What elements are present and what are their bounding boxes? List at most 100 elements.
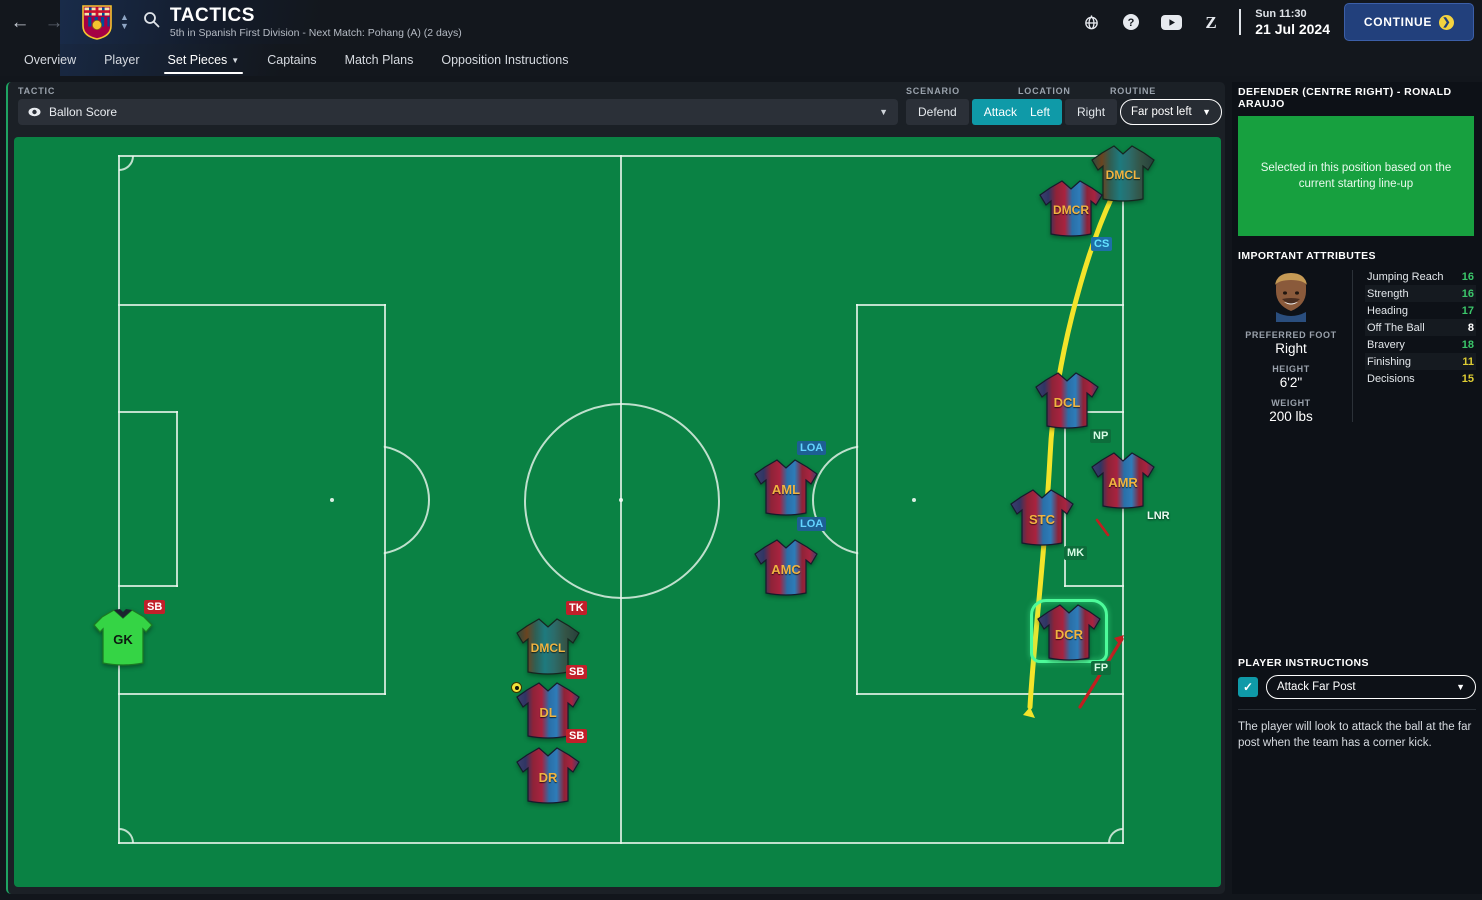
attribute-name: Off The Ball <box>1367 321 1425 334</box>
location-right-button[interactable]: Right <box>1065 99 1118 125</box>
youtube-icon[interactable] <box>1151 0 1191 44</box>
attribute-list: Jumping Reach 16 Strength 16 Heading 17 … <box>1365 268 1476 424</box>
right-penalty-arc <box>812 445 859 555</box>
player-dmcr[interactable]: DMCR <box>1034 178 1108 238</box>
game-date: Sun 11:30 21 Jul 2024 <box>1255 7 1330 37</box>
tab-captains[interactable]: Captains <box>253 44 330 76</box>
tactics-screen: ← → ▲ ▼ TACTICS 5th in Spanish First Div… <box>0 0 1482 900</box>
height-value: 6'2" <box>1279 375 1303 390</box>
location-label: LOCATION <box>1018 86 1071 96</box>
left-penalty-arc <box>383 445 430 555</box>
tab-label: Player <box>104 53 140 67</box>
tactic-value: Ballon Score <box>49 105 118 119</box>
divider <box>1352 270 1353 422</box>
attribute-name: Finishing <box>1367 355 1412 368</box>
tactic-select[interactable]: Ballon Score ▼ <box>18 99 898 125</box>
right-penalty-box-bottom <box>856 693 1124 695</box>
attribute-value: 16 <box>1461 287 1474 300</box>
attribute-row: Heading 17 <box>1365 302 1476 319</box>
attribute-value: 17 <box>1461 304 1474 317</box>
tab-overview[interactable]: Overview <box>10 44 90 76</box>
player-dr[interactable]: DR <box>511 745 585 805</box>
svg-text:?: ? <box>1128 17 1135 29</box>
weight-label: WEIGHT <box>1271 398 1311 408</box>
back-arrow-icon[interactable]: ← <box>6 8 34 36</box>
attributes-block: PREFERRED FOOT Right HEIGHT 6'2" WEIGHT … <box>1238 268 1476 424</box>
player-sidebar: DEFENDER (CENTRE RIGHT) - RONALD ARAUJO … <box>1232 82 1482 894</box>
tab-set-pieces[interactable]: Set Pieces ▼ <box>154 44 254 76</box>
player-amr[interactable]: AMR <box>1086 450 1160 510</box>
player-stc[interactable]: STC <box>1005 487 1079 547</box>
tactics-pitch[interactable]: GK SB DMCL TK DL SB DR SB AML LOA AMC LO… <box>14 137 1221 887</box>
player-gk[interactable]: GK <box>86 607 160 667</box>
attribute-row: Bravery 18 <box>1365 336 1476 353</box>
pitch-line-left <box>118 155 120 844</box>
forward-arrow-icon[interactable]: → <box>40 8 68 36</box>
scenario-label: SCENARIO <box>906 86 960 96</box>
photo-note: Selected in this position based on the c… <box>1260 162 1452 190</box>
pitch-panel: TACTIC Ballon Score ▼ SCENARIO Defend At… <box>6 82 1225 894</box>
instructions-header: PLAYER INSTRUCTIONS <box>1238 657 1369 669</box>
ball-path-head <box>1023 707 1035 718</box>
sidebar-player-header: DEFENDER (CENTRE RIGHT) - RONALD ARAUJO <box>1238 86 1452 110</box>
attribute-value: 11 <box>1462 355 1474 368</box>
search-icon[interactable] <box>143 11 160 33</box>
scenario-defend-button[interactable]: Defend <box>906 99 969 125</box>
player-amc[interactable]: AMC <box>749 537 823 597</box>
left-six-yard-right <box>176 411 178 587</box>
player-photo-placeholder: Selected in this position based on the c… <box>1238 116 1474 236</box>
attribute-name: Strength <box>1367 287 1409 300</box>
attribute-name: Heading <box>1367 304 1408 317</box>
tab-opposition-instructions[interactable]: Opposition Instructions <box>427 44 582 76</box>
instruction-checkbox[interactable]: ✓ <box>1238 677 1258 697</box>
zealand-icon[interactable]: Z <box>1191 0 1231 44</box>
divider <box>1239 9 1242 35</box>
attribute-name: Bravery <box>1367 338 1405 351</box>
tab-player[interactable]: Player <box>90 44 153 76</box>
right-penalty-spot <box>912 498 916 502</box>
routine-value: Far post left <box>1131 106 1192 118</box>
routine-label: ROUTINE <box>1110 86 1157 96</box>
attribute-row: Finishing 11 <box>1365 353 1476 370</box>
tab-label: Opposition Instructions <box>441 53 569 67</box>
globe-icon[interactable] <box>1071 0 1111 44</box>
help-icon[interactable]: ? <box>1111 0 1151 44</box>
club-crest-icon[interactable] <box>80 3 114 41</box>
page-title: TACTICS <box>169 4 256 26</box>
topbar-right-group: ? Z Sun 11:30 21 Jul 2024 CONTINUE ❯ <box>1071 0 1482 44</box>
player-instructions-block: PLAYER INSTRUCTIONS ✓ Attack Far Post ▼ … <box>1238 657 1476 751</box>
set-piece-controls: TACTIC Ballon Score ▼ SCENARIO Defend At… <box>8 82 1225 137</box>
player-dcl[interactable]: DCL <box>1030 370 1104 430</box>
attribute-row: Decisions 15 <box>1365 370 1476 387</box>
player-aml[interactable]: AML <box>749 457 823 517</box>
player-tag-gk: SB <box>144 600 166 614</box>
player-tag-dcr: FP <box>1091 661 1112 675</box>
attribute-row: Off The Ball 8 <box>1365 319 1476 336</box>
continue-label: CONTINUE <box>1363 15 1433 29</box>
left-penalty-spot <box>330 498 334 502</box>
left-penalty-box-top <box>118 304 386 306</box>
attribute-value: 8 <box>1467 321 1474 334</box>
location-toggle: Left Right <box>1018 99 1118 125</box>
page-subtitle: 5th in Spanish First Division - Next Mat… <box>169 26 462 39</box>
player-tag-amr: LNR <box>1147 510 1170 522</box>
chevron-down-icon: ▼ <box>1456 682 1465 692</box>
corner-arc-tl <box>119 156 134 171</box>
attribute-row: Strength 16 <box>1365 285 1476 302</box>
club-switcher-icon[interactable]: ▲ ▼ <box>120 13 129 31</box>
attribute-name: Decisions <box>1367 372 1415 385</box>
routine-select[interactable]: Far post left ▼ <box>1120 99 1222 125</box>
continue-arrow-icon: ❯ <box>1439 14 1455 30</box>
tab-match-plans[interactable]: Match Plans <box>331 44 428 76</box>
attribute-row: Jumping Reach 16 <box>1365 268 1476 285</box>
preferred-foot-label: PREFERRED FOOT <box>1245 330 1337 340</box>
continue-button[interactable]: CONTINUE ❯ <box>1344 3 1474 41</box>
location-left-button[interactable]: Left <box>1018 99 1063 125</box>
player-tag-dmcr: CS <box>1091 237 1113 251</box>
preferred-foot-value: Right <box>1275 341 1307 356</box>
player-dcr[interactable]: DCR <box>1032 602 1106 662</box>
instruction-select[interactable]: Attack Far Post ▼ <box>1266 675 1476 699</box>
sub-navigation: Overview Player Set Pieces ▼ Captains Ma… <box>0 44 1482 76</box>
attribute-value: 16 <box>1461 270 1474 283</box>
right-six-yard-bottom <box>1064 585 1124 587</box>
